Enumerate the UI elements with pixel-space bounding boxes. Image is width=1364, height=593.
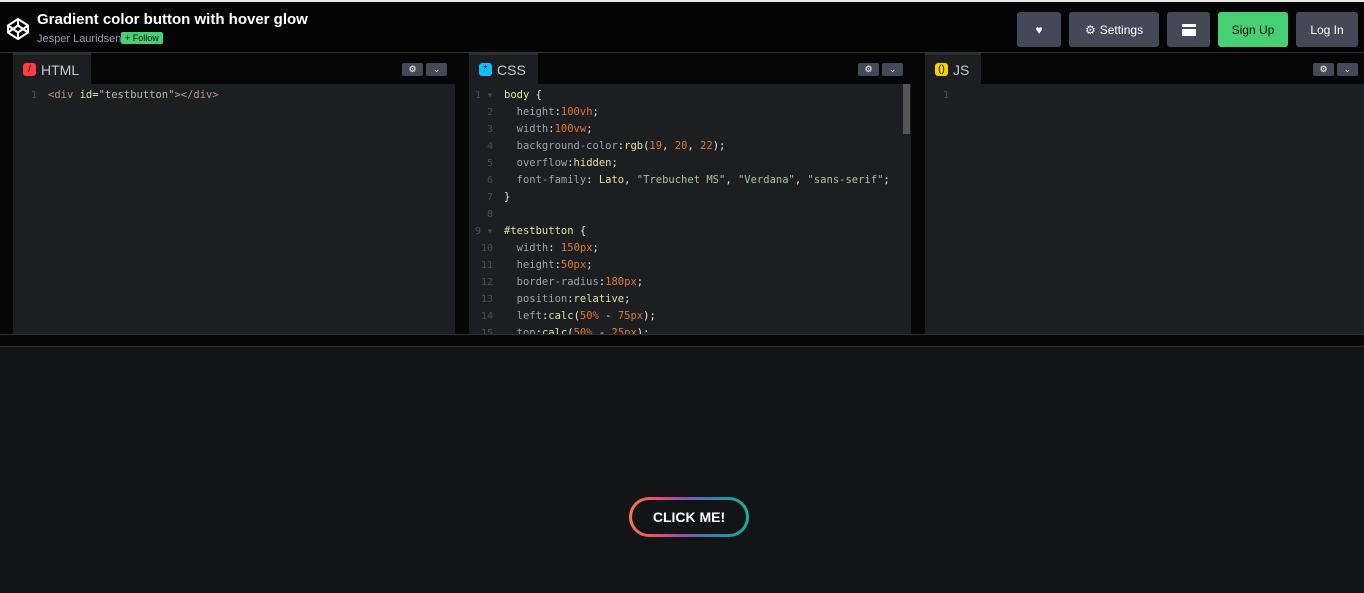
code-text: } <box>504 191 511 203</box>
tab-html[interactable]: / HTML <box>13 53 92 84</box>
code-line: 11 height:50px; <box>469 257 911 274</box>
code-text: body { <box>504 89 542 101</box>
js-panel: () JS ⚙ ⌄ 1 <box>925 53 1364 334</box>
panel-settings-button[interactable]: ⚙ <box>1313 63 1334 76</box>
css-panel: * CSS ⚙ ⌄ 1 ▾ body {2 height:100vh; 3 width:… <box>469 53 911 339</box>
header: Gradient color button with hover glow Je… <box>0 0 1364 53</box>
code-line: 1 <box>925 87 1364 104</box>
code-text: background-color:rgb(19, 20, 22); <box>504 140 726 152</box>
follow-button[interactable]: + Follow <box>121 32 163 44</box>
love-button[interactable]: ♥ <box>1017 12 1061 47</box>
line-number: 13 <box>480 294 493 305</box>
heart-icon: ♥ <box>1035 22 1043 37</box>
code-line: 3 width:100vw; <box>469 121 911 138</box>
layout-button[interactable] <box>1167 12 1210 47</box>
code-line: 5 overflow:hidden; <box>469 155 911 172</box>
code-text: font-family: Lato, "Trebuchet MS", "Verd… <box>504 174 890 186</box>
author-link[interactable]: Jesper Lauridsen <box>37 33 121 45</box>
login-button[interactable]: Log In <box>1296 12 1358 47</box>
line-number: 8 <box>486 209 493 220</box>
click-me-label: CLICK ME! <box>632 500 746 534</box>
line-number: 1 <box>942 90 949 101</box>
panel-settings-button[interactable]: ⚙ <box>858 63 879 76</box>
panel-collapse-button[interactable]: ⌄ <box>882 63 903 76</box>
code-text: <div id="testbutton"></div> <box>48 89 219 101</box>
gear-icon: ⚙ <box>1084 22 1096 37</box>
code-line: 2 height:100vh; <box>469 104 911 121</box>
code-line: 6 font-family: Lato, "Trebuchet MS", "Ve… <box>469 172 911 189</box>
line-number: 12 <box>480 277 493 288</box>
code-line: 9 ▾ #testbutton { <box>469 223 911 240</box>
scrollbar[interactable] <box>903 84 910 134</box>
settings-button[interactable]: ⚙ Settings <box>1069 12 1159 47</box>
line-number: 3 <box>486 124 493 135</box>
line-number: 9 ▾ <box>474 226 493 237</box>
line-number: 6 <box>486 175 493 186</box>
tab-js[interactable]: () JS <box>925 53 982 84</box>
code-text: left:calc(50% - 75px); <box>504 310 656 322</box>
panel-settings-button[interactable]: ⚙ <box>402 63 423 76</box>
pen-title: Gradient color button with hover glow <box>37 11 308 28</box>
code-line: 1 ▾ body { <box>469 87 911 104</box>
line-number: 1 ▾ <box>474 90 493 101</box>
html-panel: / HTML ⚙ ⌄ 1 <div id="testbutton"></div> <box>13 53 455 334</box>
line-number: 14 <box>480 311 493 322</box>
tab-label: CSS <box>497 61 526 78</box>
code-text: width:100vw; <box>504 123 593 135</box>
code-text: position:relative; <box>504 293 631 305</box>
resize-handle[interactable] <box>0 334 1364 347</box>
code-line: 12 border-radius:180px; <box>469 274 911 291</box>
line-number: 1 <box>30 90 37 101</box>
code-line: 7} <box>469 189 911 206</box>
code-text: height:50px; <box>504 259 593 271</box>
code-text: border-radius:180px; <box>504 276 644 288</box>
panel-collapse-button[interactable]: ⌄ <box>1337 63 1358 76</box>
js-code-editor[interactable]: 1 <box>925 87 1364 104</box>
line-number: 5 <box>486 158 493 169</box>
tab-label: HTML <box>41 61 80 78</box>
tab-label: JS <box>953 61 970 78</box>
code-text: height:100vh; <box>504 106 599 118</box>
code-line: 1 <div id="testbutton"></div> <box>13 87 455 104</box>
css-icon: * <box>479 63 492 76</box>
editors: / HTML ⚙ ⌄ 1 <div id="testbutton"></div> * C… <box>0 53 1364 339</box>
codepen-logo-icon[interactable] <box>6 17 30 41</box>
layout-icon <box>1181 23 1196 36</box>
js-icon: () <box>935 63 948 76</box>
click-me-button[interactable]: CLICK ME! <box>629 497 749 537</box>
tab-css[interactable]: * CSS <box>469 53 538 84</box>
code-line: 4 background-color:rgb(19, 20, 22); <box>469 138 911 155</box>
code-text: width: 150px; <box>504 242 599 254</box>
code-text: #testbutton { <box>504 225 587 237</box>
settings-label: Settings <box>1099 22 1144 37</box>
line-number: 10 <box>480 243 493 254</box>
code-line: 13 position:relative; <box>469 291 911 308</box>
panel-collapse-button[interactable]: ⌄ <box>426 63 447 76</box>
code-line: 10 width: 150px; <box>469 240 911 257</box>
code-line: 8 <box>469 206 911 223</box>
css-code-editor[interactable]: 1 ▾ body {2 height:100vh; 3 width:100vw; 4 … <box>469 87 911 342</box>
code-text: overflow:hidden; <box>504 157 618 169</box>
line-number: 4 <box>486 141 493 152</box>
html-icon: / <box>23 63 36 76</box>
line-number: 2 <box>486 107 493 118</box>
code-line: 14 left:calc(50% - 75px); <box>469 308 911 325</box>
signup-button[interactable]: Sign Up <box>1218 12 1288 47</box>
html-code-editor[interactable]: 1 <div id="testbutton"></div> <box>13 87 455 104</box>
line-number: 7 <box>486 192 493 203</box>
line-number: 11 <box>480 260 493 271</box>
